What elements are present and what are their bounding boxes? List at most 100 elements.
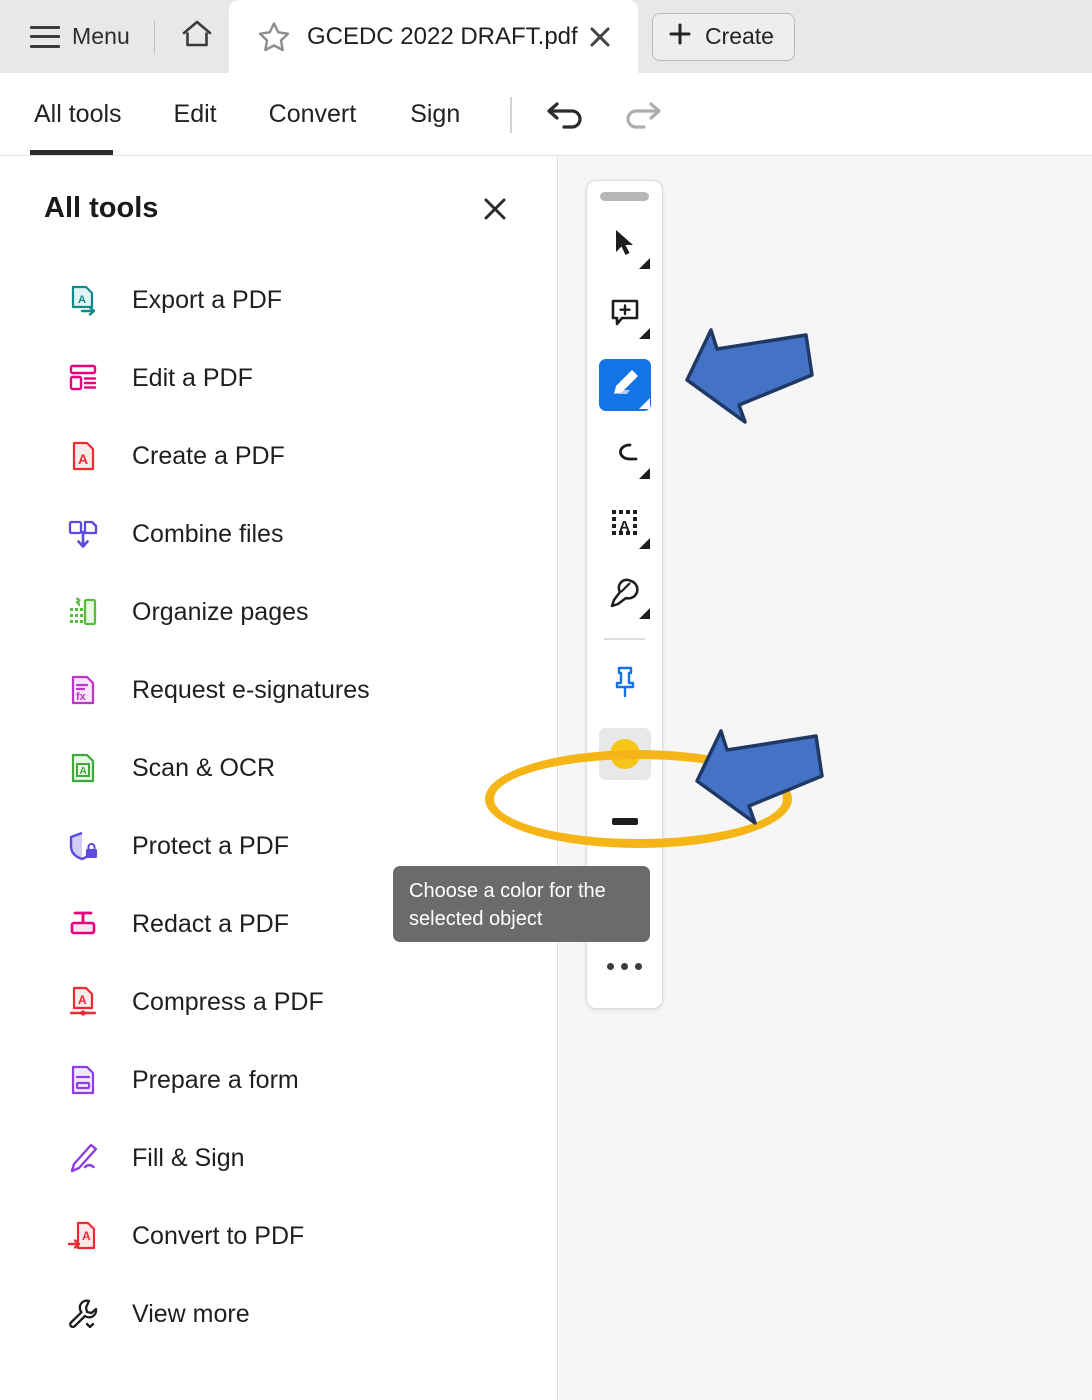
svg-text:A: A [80, 766, 87, 777]
home-icon [180, 18, 214, 55]
panel-close-icon[interactable] [479, 193, 511, 225]
chevron-dropdown-icon [639, 398, 650, 409]
chevron-dropdown-icon [639, 328, 650, 339]
tool-item-scan-and-ocr[interactable]: A Scan & OCR [0, 729, 557, 807]
home-button[interactable] [175, 15, 219, 59]
toolbar-separator [604, 638, 645, 640]
more-options-button[interactable] [599, 946, 651, 986]
tool-item-label: Combine files [132, 520, 283, 549]
tool-item-label: Export a PDF [132, 286, 282, 315]
tool-item-view-more[interactable]: View more [0, 1275, 557, 1353]
signature-pen-icon [608, 576, 642, 615]
create-button[interactable]: Create [652, 13, 795, 61]
text-select-tool[interactable]: A [599, 499, 651, 551]
undo-button[interactable] [540, 89, 592, 141]
menu-button[interactable]: Menu [26, 13, 134, 61]
tool-item-label: Protect a PDF [132, 832, 289, 861]
tool-item-label: Create a PDF [132, 442, 285, 471]
tool-item-export-a-pdf[interactable]: A Export a PDF [0, 261, 557, 339]
drag-handle[interactable] [600, 192, 649, 201]
scan-ocr-icon: A [66, 751, 100, 785]
export-pdf-icon: A [66, 283, 100, 317]
tool-item-label: Compress a PDF [132, 988, 324, 1017]
combine-files-icon [66, 517, 100, 551]
tool-item-combine-files[interactable]: Combine files [0, 495, 557, 573]
svg-text:A: A [78, 451, 88, 467]
svg-text:A: A [78, 294, 86, 306]
svg-text:A: A [619, 518, 630, 535]
hamburger-icon [30, 26, 60, 48]
draw-pen-icon [608, 366, 642, 405]
tool-item-fill-and-sign[interactable]: Fill & Sign [0, 1119, 557, 1197]
more-ellipsis-icon [607, 963, 614, 970]
acrobat-window: Menu GCEDC 2022 DRAFT.pdf [0, 0, 1092, 1400]
tool-item-compress-a-pdf[interactable]: A Compress a PDF [0, 963, 557, 1041]
create-pdf-icon: A [66, 439, 100, 473]
tool-item-request-e-signatures[interactable]: fx Request e-signatures [0, 651, 557, 729]
create-button-label: Create [705, 23, 774, 50]
tool-item-label: Prepare a form [132, 1066, 299, 1095]
tool-item-create-a-pdf[interactable]: A Create a PDF [0, 417, 557, 495]
add-comment-tool[interactable] [599, 289, 651, 341]
select-cursor-icon [608, 226, 642, 265]
undo-arrow-icon [545, 95, 587, 134]
lasso-erase-icon [608, 436, 642, 475]
chevron-dropdown-icon [639, 258, 650, 269]
tool-item-label: View more [132, 1300, 250, 1329]
tab-sign[interactable]: Sign [406, 73, 464, 156]
tab-bar: Menu GCEDC 2022 DRAFT.pdf [0, 0, 1092, 73]
color-swatch-button[interactable] [599, 728, 651, 780]
svg-text:A: A [78, 993, 87, 1007]
svg-text:A: A [82, 1229, 91, 1243]
all-tools-panel: All tools A Export a PDF [0, 156, 558, 1400]
draw-pen-tool[interactable] [599, 359, 651, 411]
add-comment-icon [608, 296, 642, 335]
tab-convert[interactable]: Convert [265, 73, 361, 156]
text-select-icon: A [608, 506, 642, 545]
tool-item-convert-to-pdf[interactable]: A Convert to PDF [0, 1197, 557, 1275]
panel-header: All tools [0, 156, 557, 225]
toolbar-divider [510, 97, 512, 133]
tabbar-divider [154, 20, 155, 54]
main-toolbar: All tools Edit Convert Sign [0, 73, 1092, 156]
star-outline-icon[interactable] [257, 20, 291, 54]
request-esign-icon: fx [66, 673, 100, 707]
tool-item-label: Convert to PDF [132, 1222, 304, 1251]
thickness-button[interactable] [599, 798, 651, 850]
tool-item-label: Redact a PDF [132, 910, 289, 939]
menu-label: Menu [72, 23, 130, 50]
redact-pdf-icon [66, 907, 100, 941]
tab-edit[interactable]: Edit [170, 73, 221, 156]
prepare-form-icon [66, 1063, 100, 1097]
convert-to-pdf-icon: A [66, 1219, 100, 1253]
thickness-icon [608, 812, 642, 837]
plus-icon [667, 21, 693, 52]
tool-item-label: Organize pages [132, 598, 309, 627]
lasso-erase-tool[interactable] [599, 429, 651, 481]
fill-sign-icon [66, 1141, 100, 1175]
tool-item-label: Scan & OCR [132, 754, 275, 783]
select-cursor-tool[interactable] [599, 219, 651, 271]
pin-tool[interactable] [599, 658, 651, 710]
document-tab[interactable]: GCEDC 2022 DRAFT.pdf [229, 0, 638, 73]
tool-item-prepare-a-form[interactable]: Prepare a form [0, 1041, 557, 1119]
signature-pen-tool[interactable] [599, 569, 651, 621]
more-ellipsis-icon [635, 963, 642, 970]
tab-all-tools[interactable]: All tools [30, 73, 126, 156]
tool-item-label: Edit a PDF [132, 364, 253, 393]
page-title: All tools [44, 192, 158, 225]
tool-item-label: Request e-signatures [132, 676, 370, 705]
wrench-view-more-icon [66, 1297, 100, 1331]
close-icon[interactable] [586, 23, 614, 51]
redo-button[interactable] [616, 89, 668, 141]
protect-pdf-icon [66, 829, 100, 863]
tool-item-edit-a-pdf[interactable]: Edit a PDF [0, 339, 557, 417]
chevron-dropdown-icon [639, 608, 650, 619]
redo-arrow-icon [621, 95, 663, 134]
tool-item-organize-pages[interactable]: Organize pages [0, 573, 557, 651]
chevron-dropdown-icon [639, 538, 650, 549]
edit-pdf-icon [66, 361, 100, 395]
chevron-dropdown-icon [639, 468, 650, 479]
color-swatch-icon [610, 739, 640, 769]
color-tool-tooltip: Choose a color for the selected object [393, 866, 650, 942]
